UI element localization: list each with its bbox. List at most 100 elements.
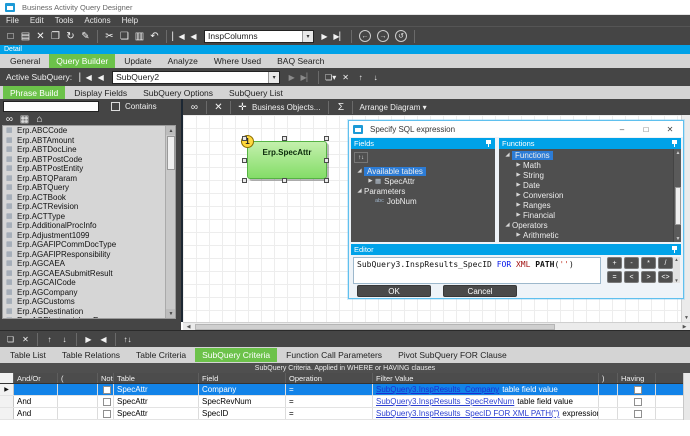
grid-view-icon[interactable]: ▦ <box>17 114 32 126</box>
scroll-up-icon[interactable]: ▲ <box>166 126 176 135</box>
row-selector[interactable] <box>0 396 14 407</box>
last-subquery-icon[interactable]: ▶▏ <box>299 69 314 86</box>
delete-subquery-icon[interactable]: ✕ <box>338 69 353 86</box>
sort-icon[interactable]: ↑↓ <box>354 152 368 163</box>
tree-item-conversion[interactable]: ▶Conversion <box>499 190 681 200</box>
operator-button-[interactable]: > <box>641 271 656 283</box>
scroll-up-icon[interactable]: ▲ <box>674 257 678 262</box>
operator-button-[interactable]: - <box>624 257 639 269</box>
tree-item-boolean[interactable]: ▶Boolean <box>499 240 681 242</box>
tree-item-date[interactable]: ▶Date <box>499 180 681 190</box>
close-icon[interactable]: ✕ <box>659 121 681 137</box>
tree-item-ranges[interactable]: ▶Ranges <box>499 200 681 210</box>
tree-item-available-tables[interactable]: ◢Available tables <box>351 166 495 176</box>
menu-file[interactable]: File <box>6 16 19 25</box>
selection-handle[interactable] <box>242 178 247 183</box>
tab-general[interactable]: General <box>3 54 47 68</box>
tab-function-call-parameters[interactable]: Function Call Parameters <box>279 348 389 362</box>
menu-tools[interactable]: Tools <box>55 16 74 25</box>
business-objects-icon[interactable]: ✛ <box>235 99 250 116</box>
tree-item-parameters[interactable]: ◢Parameters <box>351 186 495 196</box>
expanded-icon[interactable]: ◢ <box>503 152 512 158</box>
list-item-erp-agelectronicinvcerror[interactable]: ▦Erp.AGElectronicInvcError <box>3 316 175 319</box>
selection-handle[interactable] <box>324 136 329 141</box>
operator-button-[interactable]: * <box>641 257 656 269</box>
prev-record-icon[interactable]: ◀ <box>186 28 201 45</box>
tab-table-relations[interactable]: Table Relations <box>55 348 127 362</box>
list-item-erp-agcaeasubmitresult[interactable]: ▦Erp.AGCAEASubmitResult <box>3 269 175 279</box>
list-item-erp-agcaea[interactable]: ▦Erp.AGCAEA <box>3 259 175 269</box>
link-tables-icon[interactable]: ∞ <box>2 114 17 126</box>
list-item-erp-agdestination[interactable]: ▦Erp.AGDestination <box>3 307 175 317</box>
list-item-erp-abtqparam[interactable]: ▦Erp.ABTQParam <box>3 174 175 184</box>
list-item-erp-adjustment1099[interactable]: ▦Erp.Adjustment1099 <box>3 231 175 241</box>
table-node-specattr[interactable]: Erp.SpecAttr 1 <box>247 141 327 179</box>
move-up-icon[interactable]: ↑ <box>42 331 57 348</box>
filter-value-link[interactable]: SubQuery3.InspResults_Company <box>376 385 499 394</box>
contains-checkbox[interactable] <box>111 102 120 111</box>
operator-button-[interactable]: + <box>607 257 622 269</box>
operator-button-[interactable]: < <box>624 271 639 283</box>
recent-icon[interactable]: ↺ <box>395 30 407 42</box>
delete-criteria-icon[interactable]: ✕ <box>18 331 33 348</box>
first-subquery-icon[interactable]: ▏◀ <box>78 69 93 86</box>
scroll-down-icon[interactable]: ▼ <box>681 314 690 322</box>
new-subquery-icon[interactable]: ❏▾ <box>323 69 338 86</box>
clear-icon[interactable]: ✎ <box>78 28 93 45</box>
filter-value-link[interactable]: SubQuery3.InspResults_SpecID FOR XML PAT… <box>376 409 559 418</box>
tab-table-criteria[interactable]: Table Criteria <box>129 348 193 362</box>
list-item-erp-abtpostentity[interactable]: ▦Erp.ABTPostEntity <box>3 164 175 174</box>
collapsed-icon[interactable]: ▶ <box>514 182 523 188</box>
criteria-row[interactable]: ▶SpecAttrCompany=SubQuery3.InspResults_C… <box>0 384 690 396</box>
collapsed-icon[interactable]: ▶ <box>514 232 523 238</box>
copy-page-icon[interactable]: ❏ <box>117 28 132 45</box>
operator-button-[interactable]: <> <box>658 271 673 283</box>
move-left-icon[interactable]: ◀ <box>96 331 111 348</box>
tree-item-string[interactable]: ▶String <box>499 170 681 180</box>
functions-scrollbar[interactable]: ▲ ▼ <box>673 149 681 242</box>
editor-scrollbar[interactable]: ▲▼ <box>673 257 680 283</box>
selection-handle[interactable] <box>282 136 287 141</box>
table-list-scrollbar[interactable]: ▲ ▼ <box>165 126 175 318</box>
list-item-erp-actrevision[interactable]: ▦Erp.ACTRevision <box>3 202 175 212</box>
pin-icon[interactable] <box>672 139 678 148</box>
not-checkbox[interactable] <box>103 386 111 394</box>
menu-edit[interactable]: Edit <box>30 16 44 25</box>
tab-query-builder[interactable]: Query Builder <box>49 54 115 68</box>
refresh-icon[interactable]: ↻ <box>63 28 78 45</box>
save-icon[interactable]: ▤ <box>18 28 33 45</box>
pin-icon[interactable] <box>672 245 678 254</box>
list-item-erp-abtpostcode[interactable]: ▦Erp.ABTPostCode <box>3 155 175 165</box>
chevron-down-icon[interactable]: ▾ <box>302 31 313 42</box>
delete-icon[interactable]: ✕ <box>33 28 48 45</box>
forward-icon[interactable]: → <box>377 30 389 42</box>
tab-phrase-build[interactable]: Phrase Build <box>3 86 65 100</box>
collapsed-icon[interactable]: ▶ <box>514 172 523 178</box>
new-icon[interactable]: □ <box>3 28 18 45</box>
collapsed-icon[interactable]: ▶ <box>366 178 375 184</box>
expanded-icon[interactable]: ◢ <box>355 188 364 194</box>
next-subquery-icon[interactable]: ▶ <box>284 69 299 86</box>
tree-item-financial[interactable]: ▶Financial <box>499 210 681 220</box>
move-up-icon[interactable]: ↑ <box>353 69 368 86</box>
tab-analyze[interactable]: Analyze <box>161 54 205 68</box>
copy-icon[interactable]: ❐ <box>48 28 63 45</box>
collapsed-icon[interactable]: ▶ <box>514 162 523 168</box>
scroll-down-icon[interactable]: ▼ <box>674 278 678 283</box>
list-item-erp-agafipcommdoctype[interactable]: ▦Erp.AGAFIPCommDocType <box>3 240 175 250</box>
list-item-erp-agafipresponsibility[interactable]: ▦Erp.AGAFIPResponsibility <box>3 250 175 260</box>
list-item-erp-acttype[interactable]: ▦Erp.ACTType <box>3 212 175 222</box>
selection-handle[interactable] <box>242 136 247 141</box>
menu-actions[interactable]: Actions <box>84 16 110 25</box>
move-down-icon[interactable]: ↓ <box>57 331 72 348</box>
list-item-erp-abtamount[interactable]: ▦Erp.ABTAmount <box>3 136 175 146</box>
prev-subquery-icon[interactable]: ◀ <box>93 69 108 86</box>
move-right-icon[interactable]: ▶ <box>81 331 96 348</box>
query-name-combo[interactable]: InspColumns▾ <box>204 30 314 43</box>
undo-icon[interactable]: ↶ <box>147 28 162 45</box>
row-selector[interactable]: ▶ <box>0 384 14 395</box>
first-record-icon[interactable]: ▏◀ <box>171 28 186 45</box>
paste-icon[interactable]: ▥ <box>132 28 147 45</box>
tree-item-operators[interactable]: ◢Operators <box>499 220 681 230</box>
selection-handle[interactable] <box>324 158 329 163</box>
